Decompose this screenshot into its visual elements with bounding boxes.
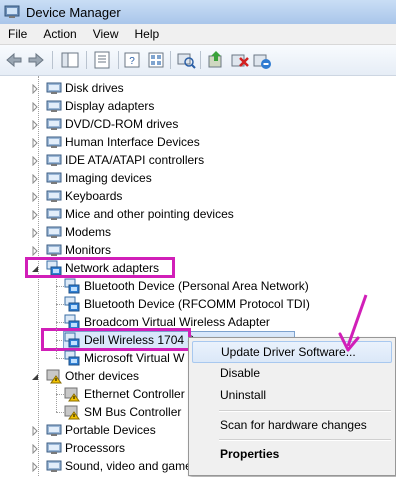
tree-item-category[interactable]: Portable Devices <box>65 421 156 439</box>
device-category-icon <box>46 458 62 474</box>
network-adapter-icon <box>64 350 80 366</box>
tree-item-category[interactable]: Keyboards <box>65 187 122 205</box>
tree-item-network-device[interactable]: Bluetooth Device (Personal Area Network) <box>84 277 309 295</box>
tree-item-category[interactable]: IDE ATA/ATAPI controllers <box>65 151 204 169</box>
annotation-highlight <box>25 257 175 278</box>
properties-menu-item[interactable]: Properties <box>192 443 392 465</box>
uninstall-menu-item[interactable]: Uninstall <box>192 384 392 406</box>
collapsed-arrow-icon[interactable] <box>30 101 40 113</box>
collapsed-arrow-icon[interactable] <box>30 461 40 473</box>
context-menu: Update Driver Software... Disable Uninst… <box>188 337 396 476</box>
collapsed-arrow-icon[interactable] <box>30 227 40 239</box>
tree-item-category[interactable]: Display adapters <box>65 97 154 115</box>
dvd-drive-icon <box>46 116 62 132</box>
menu-bar: File Action View Help <box>0 24 396 45</box>
collapsed-arrow-icon[interactable] <box>30 425 40 437</box>
menu-action[interactable]: Action <box>35 24 84 44</box>
annotation-highlight <box>41 328 191 351</box>
collapsed-arrow-icon[interactable] <box>30 173 40 185</box>
disable-device-icon[interactable] <box>230 50 250 70</box>
collapsed-arrow-icon[interactable] <box>30 191 40 203</box>
update-driver-icon[interactable] <box>206 50 226 70</box>
camera-icon <box>46 170 62 186</box>
collapsed-arrow-icon[interactable] <box>30 155 40 167</box>
uninstall-device-icon[interactable] <box>252 50 272 70</box>
collapsed-arrow-icon[interactable] <box>30 119 40 131</box>
tree-item-other-device[interactable]: Ethernet Controller <box>84 385 185 403</box>
toolbar: ? <box>0 45 396 76</box>
menu-separator <box>219 439 391 441</box>
annotation-arrow <box>338 294 368 352</box>
tree-item-category[interactable]: Processors <box>65 439 125 457</box>
tree-item-category[interactable]: DVD/CD-ROM drives <box>65 115 178 133</box>
view-icon[interactable] <box>146 50 166 70</box>
tree-item-category[interactable]: Human Interface Devices <box>65 133 200 151</box>
collapsed-arrow-icon[interactable] <box>30 83 40 95</box>
expanded-arrow-icon[interactable] <box>30 371 40 381</box>
tree-item-network-device[interactable]: Bluetooth Device (RFCOMM Protocol TDI) <box>84 295 310 313</box>
tree-item-category[interactable]: Modems <box>65 223 111 241</box>
network-adapter-icon <box>64 278 80 294</box>
hid-icon <box>46 134 62 150</box>
properties-icon[interactable] <box>92 50 112 70</box>
window-title: Device Manager <box>26 4 121 20</box>
warning-device-icon <box>64 404 80 420</box>
ide-controller-icon <box>46 152 62 168</box>
title-bar: Device Manager <box>0 0 396 25</box>
keyboard-icon <box>46 188 62 204</box>
menu-separator <box>219 410 391 412</box>
device-manager-icon <box>4 5 20 18</box>
tree-item-category[interactable]: Imaging devices <box>65 169 152 187</box>
help-icon[interactable]: ? <box>122 50 142 70</box>
device-category-icon <box>46 440 62 456</box>
warning-device-icon <box>64 386 80 402</box>
tree-item-category[interactable]: Disk drives <box>65 79 124 97</box>
tree-item-network-device[interactable]: Microsoft Virtual W <box>84 349 184 367</box>
other-devices-icon <box>46 368 62 384</box>
svg-text:?: ? <box>129 56 135 67</box>
scan-hardware-icon[interactable] <box>176 50 196 70</box>
scan-for-hardware-changes-menu-item[interactable]: Scan for hardware changes <box>192 414 392 436</box>
monitor-icon <box>46 242 62 258</box>
forward-icon[interactable] <box>26 50 46 70</box>
tree-item-category[interactable]: Mice and other pointing devices <box>65 205 234 223</box>
menu-view[interactable]: View <box>85 24 127 44</box>
tree-item-other-devices[interactable]: Other devices <box>65 367 139 385</box>
display-adapter-icon <box>46 98 62 114</box>
show-hide-console-tree-icon[interactable] <box>60 50 80 70</box>
disable-menu-item[interactable]: Disable <box>192 362 392 384</box>
modem-icon <box>46 224 62 240</box>
disk-drive-icon <box>46 80 62 96</box>
tree-item-other-device[interactable]: SM Bus Controller <box>84 403 181 421</box>
menu-file[interactable]: File <box>0 24 35 44</box>
collapsed-arrow-icon[interactable] <box>30 209 40 221</box>
mouse-icon <box>46 206 62 222</box>
collapsed-arrow-icon[interactable] <box>30 137 40 149</box>
collapsed-arrow-icon[interactable] <box>30 245 40 257</box>
device-category-icon <box>46 422 62 438</box>
menu-help[interactable]: Help <box>127 24 168 44</box>
back-icon[interactable] <box>4 50 24 70</box>
collapsed-arrow-icon[interactable] <box>30 443 40 455</box>
network-adapter-icon <box>64 296 80 312</box>
